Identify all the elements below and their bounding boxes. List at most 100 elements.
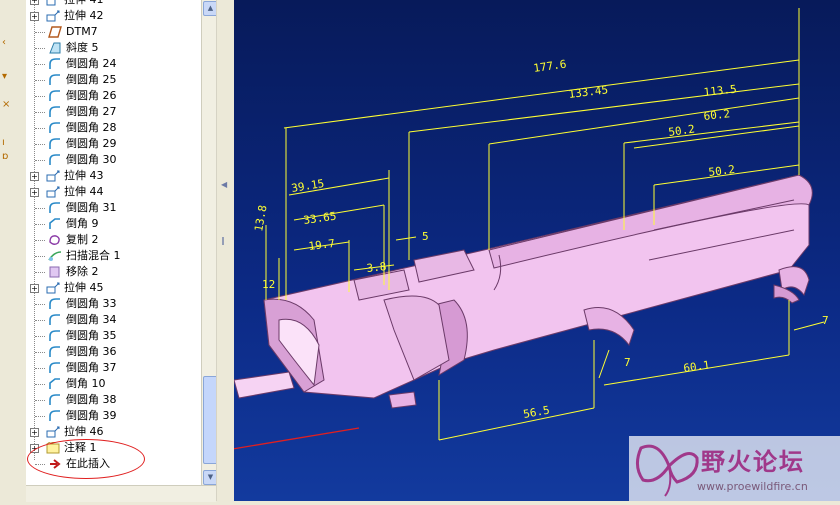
tree-item[interactable]: + 拉伸 43	[26, 168, 201, 184]
dimension-label[interactable]: 12	[262, 278, 275, 291]
tree-connector	[35, 128, 45, 129]
tree-connector	[35, 160, 45, 161]
tree-item[interactable]: 倒圆角 28	[26, 120, 201, 136]
toolbar-mark-icon[interactable]: ı	[2, 138, 12, 148]
expand-icon[interactable]: +	[30, 0, 39, 5]
round-icon	[48, 202, 62, 214]
dimension-label[interactable]: 177.6	[533, 57, 568, 74]
copy-icon	[48, 234, 62, 246]
tree-item[interactable]: 倒圆角 27	[26, 104, 201, 120]
tree-item[interactable]: 倒圆角 31	[26, 200, 201, 216]
dimension-label[interactable]: 7	[624, 356, 631, 369]
expand-icon[interactable]: +	[30, 428, 39, 437]
tree-item-label: 倒圆角 24	[66, 57, 117, 70]
tree-item-label: 斜度 5	[66, 41, 99, 54]
dimension-label[interactable]: 60.1	[683, 358, 711, 375]
tree-item[interactable]: 倒角 9	[26, 216, 201, 232]
dimension-label[interactable]: 5	[422, 230, 429, 243]
tree-item-label: 拉伸 43	[64, 169, 104, 182]
tree-item[interactable]: 倒圆角 26	[26, 88, 201, 104]
tree-item[interactable]: + 拉伸 44	[26, 184, 201, 200]
watermark-url: www.proewildfire.cn	[697, 480, 808, 493]
round-icon	[48, 362, 62, 374]
extrude-icon	[46, 170, 60, 182]
tree-item[interactable]: 倒圆角 34	[26, 312, 201, 328]
tree-item[interactable]: 扫描混合 1	[26, 248, 201, 264]
panel-splitter[interactable]: ◀ ‖	[216, 0, 235, 501]
tree-connector	[35, 272, 45, 273]
tree-item[interactable]: 复制 2	[26, 232, 201, 248]
toolbar-mark-icon[interactable]: ɒ	[2, 152, 12, 162]
tree-item[interactable]: 倒圆角 30	[26, 152, 201, 168]
round-icon	[48, 106, 62, 118]
tree-connector	[35, 144, 45, 145]
tree-item[interactable]: 倒圆角 37	[26, 360, 201, 376]
callout-arrow	[234, 427, 360, 450]
collapse-left-icon[interactable]: ◀	[221, 180, 227, 189]
graphics-viewport[interactable]: 177.6 133.45 113.5 50.2 60.2 50.2 39.15 33.65 19…	[234, 0, 840, 501]
tree-item-label: 倒圆角 26	[66, 89, 117, 102]
dimension-label[interactable]: 39.15	[290, 177, 325, 195]
dimension-label[interactable]: 3.8	[366, 260, 387, 275]
expand-icon[interactable]: +	[30, 12, 39, 21]
toolbar-dropdown-icon[interactable]: ▾	[2, 72, 12, 82]
chamfer-icon	[48, 218, 62, 230]
tree-item[interactable]: + 拉伸 46	[26, 424, 201, 440]
dimension-label[interactable]: 60.2	[703, 107, 731, 123]
dimension-label[interactable]: 13.8	[252, 204, 269, 232]
tree-item[interactable]: 移除 2	[26, 264, 201, 280]
expand-icon[interactable]: +	[30, 188, 39, 197]
tree-item[interactable]: + 拉伸 45	[26, 280, 201, 296]
tree-item[interactable]: 倒圆角 29	[26, 136, 201, 152]
round-icon	[48, 154, 62, 166]
tree-item-label: 倒圆角 30	[66, 153, 117, 166]
tree-item[interactable]: 倒圆角 33	[26, 296, 201, 312]
dimension-label[interactable]: 50.2	[668, 122, 696, 139]
tree-item-label: 复制 2	[66, 233, 99, 246]
tree-connector	[35, 80, 45, 81]
tree-item[interactable]: + 拉伸 41	[26, 0, 201, 8]
tree-item[interactable]: 倒圆角 35	[26, 328, 201, 344]
round-icon	[48, 346, 62, 358]
tree-item-label: 倒圆角 36	[66, 345, 117, 358]
tree-item-label: 拉伸 44	[64, 185, 104, 198]
tree-item[interactable]: 斜度 5	[26, 40, 201, 56]
tree-item[interactable]: 倒角 10	[26, 376, 201, 392]
tree-item-label: 拉伸 42	[64, 9, 104, 22]
tree-connector	[35, 64, 45, 65]
tree-item[interactable]: 倒圆角 39	[26, 408, 201, 424]
dimension-label[interactable]: 19.7	[308, 237, 336, 253]
dimension-label[interactable]: 7	[822, 314, 829, 327]
tree-item-label: 倒圆角 33	[66, 297, 117, 310]
dimension-label[interactable]: 50.2	[708, 163, 736, 179]
tree-item[interactable]: + 拉伸 42	[26, 8, 201, 24]
tree-item[interactable]: 倒圆角 24	[26, 56, 201, 72]
dimension-label[interactable]: 133.45	[568, 83, 609, 101]
dimension-label[interactable]: 113.5	[703, 83, 737, 99]
round-icon	[48, 90, 62, 102]
expand-icon[interactable]: +	[30, 284, 39, 293]
tree-vertical-scrollbar[interactable]: ▲ ▼	[201, 0, 218, 485]
tree-connector	[35, 112, 45, 113]
tree-connector	[35, 208, 45, 209]
tree-item-label: 拉伸 45	[64, 281, 104, 294]
watermark-title: 野火论坛	[701, 447, 805, 476]
tree-connector	[35, 384, 45, 385]
tree-item[interactable]: 倒圆角 25	[26, 72, 201, 88]
round-icon	[48, 58, 62, 70]
splitter-grip-icon[interactable]: ‖	[221, 236, 225, 245]
extrude-icon	[46, 282, 60, 294]
round-icon	[48, 298, 62, 310]
tree-connector	[35, 368, 45, 369]
expand-icon[interactable]: +	[30, 172, 39, 181]
cad-model-view[interactable]: 177.6133.45 113.5 50.2 60.2 50.2 39.15 33.65 19…	[234, 0, 840, 501]
tree-item[interactable]: DTM7	[26, 24, 201, 40]
round-icon	[48, 122, 62, 134]
tree-horizontal-scrollbar[interactable]	[26, 485, 216, 502]
left-toolbar-strip: ‹ ▾ × ı ɒ	[0, 0, 26, 501]
dimension-label[interactable]: 33.65	[303, 209, 338, 226]
toolbar-mark-icon[interactable]: ‹	[2, 38, 12, 48]
toolbar-mark-icon[interactable]: ×	[2, 100, 12, 110]
tree-item[interactable]: 倒圆角 36	[26, 344, 201, 360]
tree-item[interactable]: 倒圆角 38	[26, 392, 201, 408]
